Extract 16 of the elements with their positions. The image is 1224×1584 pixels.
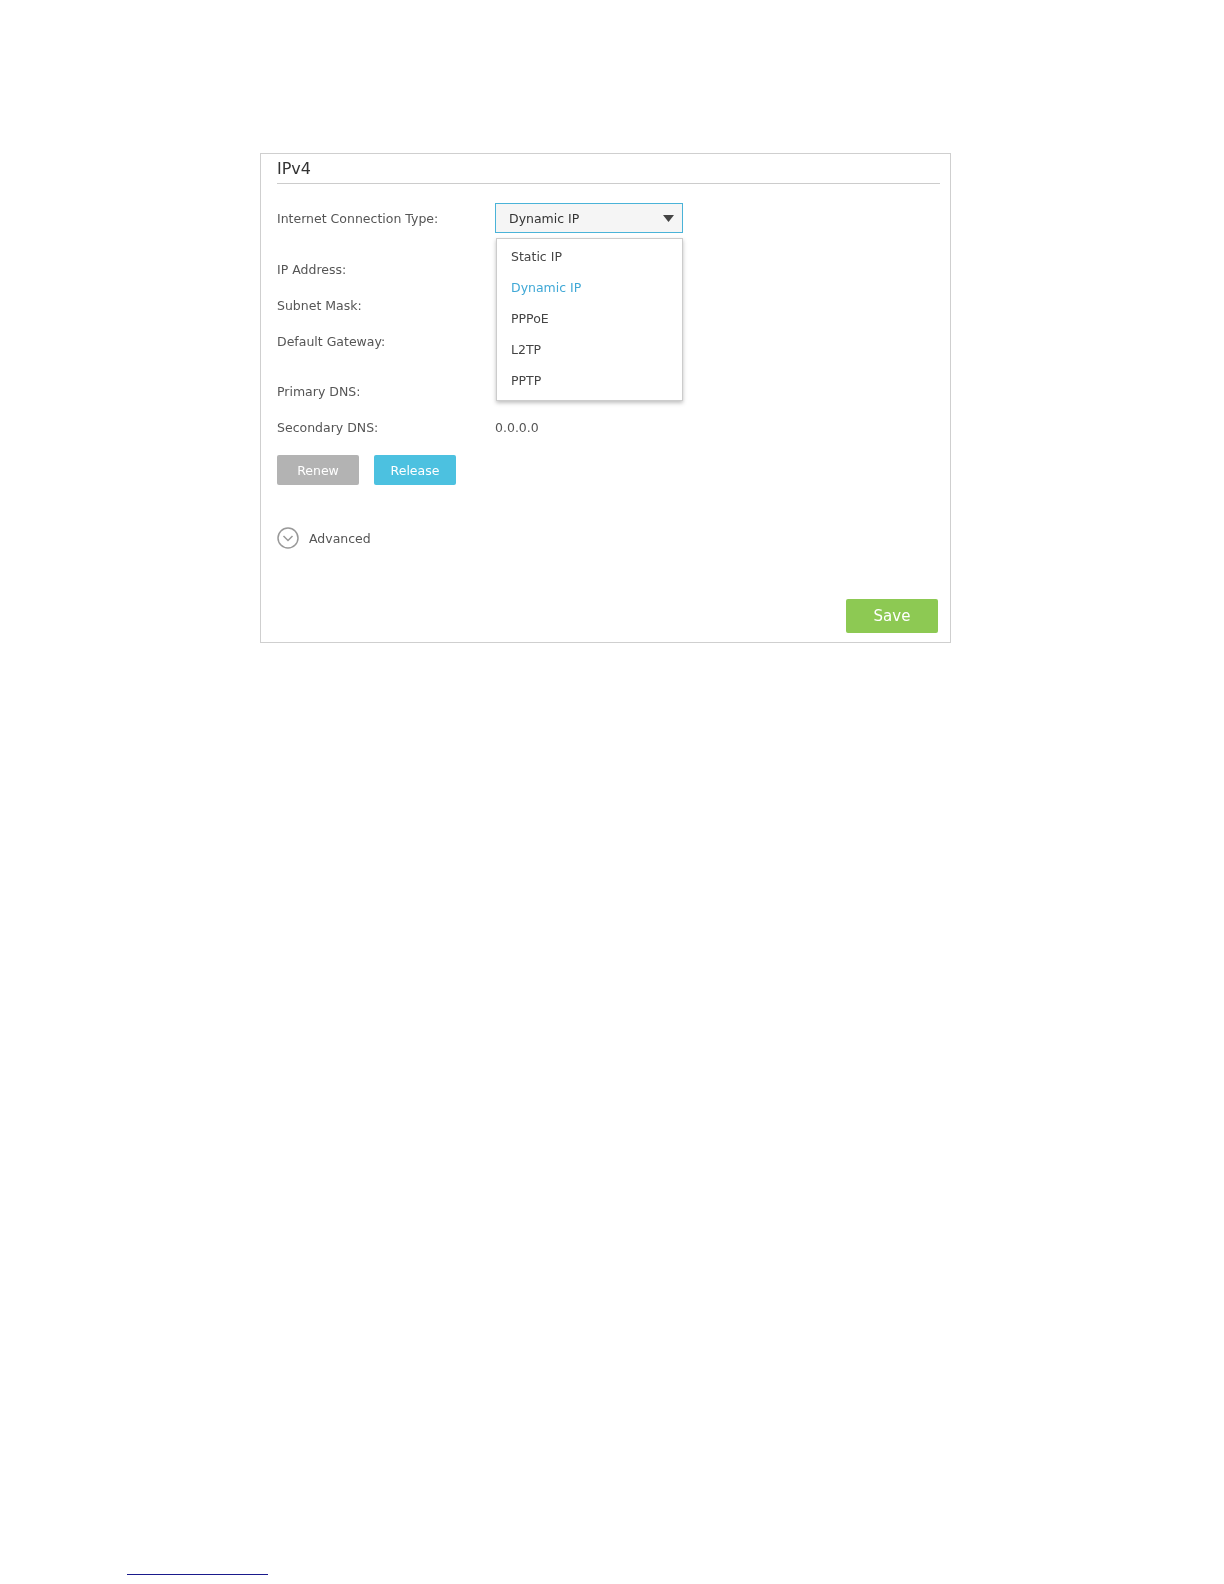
panel-title: IPv4	[277, 159, 311, 178]
dropdown-option[interactable]: L2TP	[497, 334, 556, 365]
field-value: 0.0.0.0	[495, 419, 539, 435]
field-label: IP Address:	[277, 261, 348, 277]
field-label: Subnet Mask:	[277, 297, 363, 313]
advanced-toggle[interactable]: Advanced	[309, 530, 371, 546]
caret-icon	[663, 214, 674, 222]
dropdown-option[interactable]: PPPoE	[497, 303, 563, 334]
field-label: Secondary DNS:	[277, 419, 380, 435]
dropdown-option[interactable]: Static IP	[497, 241, 576, 272]
field-label: Default Gateway:	[277, 333, 387, 349]
connection-type-dropdown[interactable]: Dynamic IP	[495, 203, 683, 233]
field-label: Primary DNS:	[277, 383, 362, 399]
dropdown-option[interactable]: PPTP	[497, 365, 556, 396]
field-label: Internet Connection Type:	[277, 210, 440, 226]
expand-icon[interactable]	[277, 527, 299, 549]
